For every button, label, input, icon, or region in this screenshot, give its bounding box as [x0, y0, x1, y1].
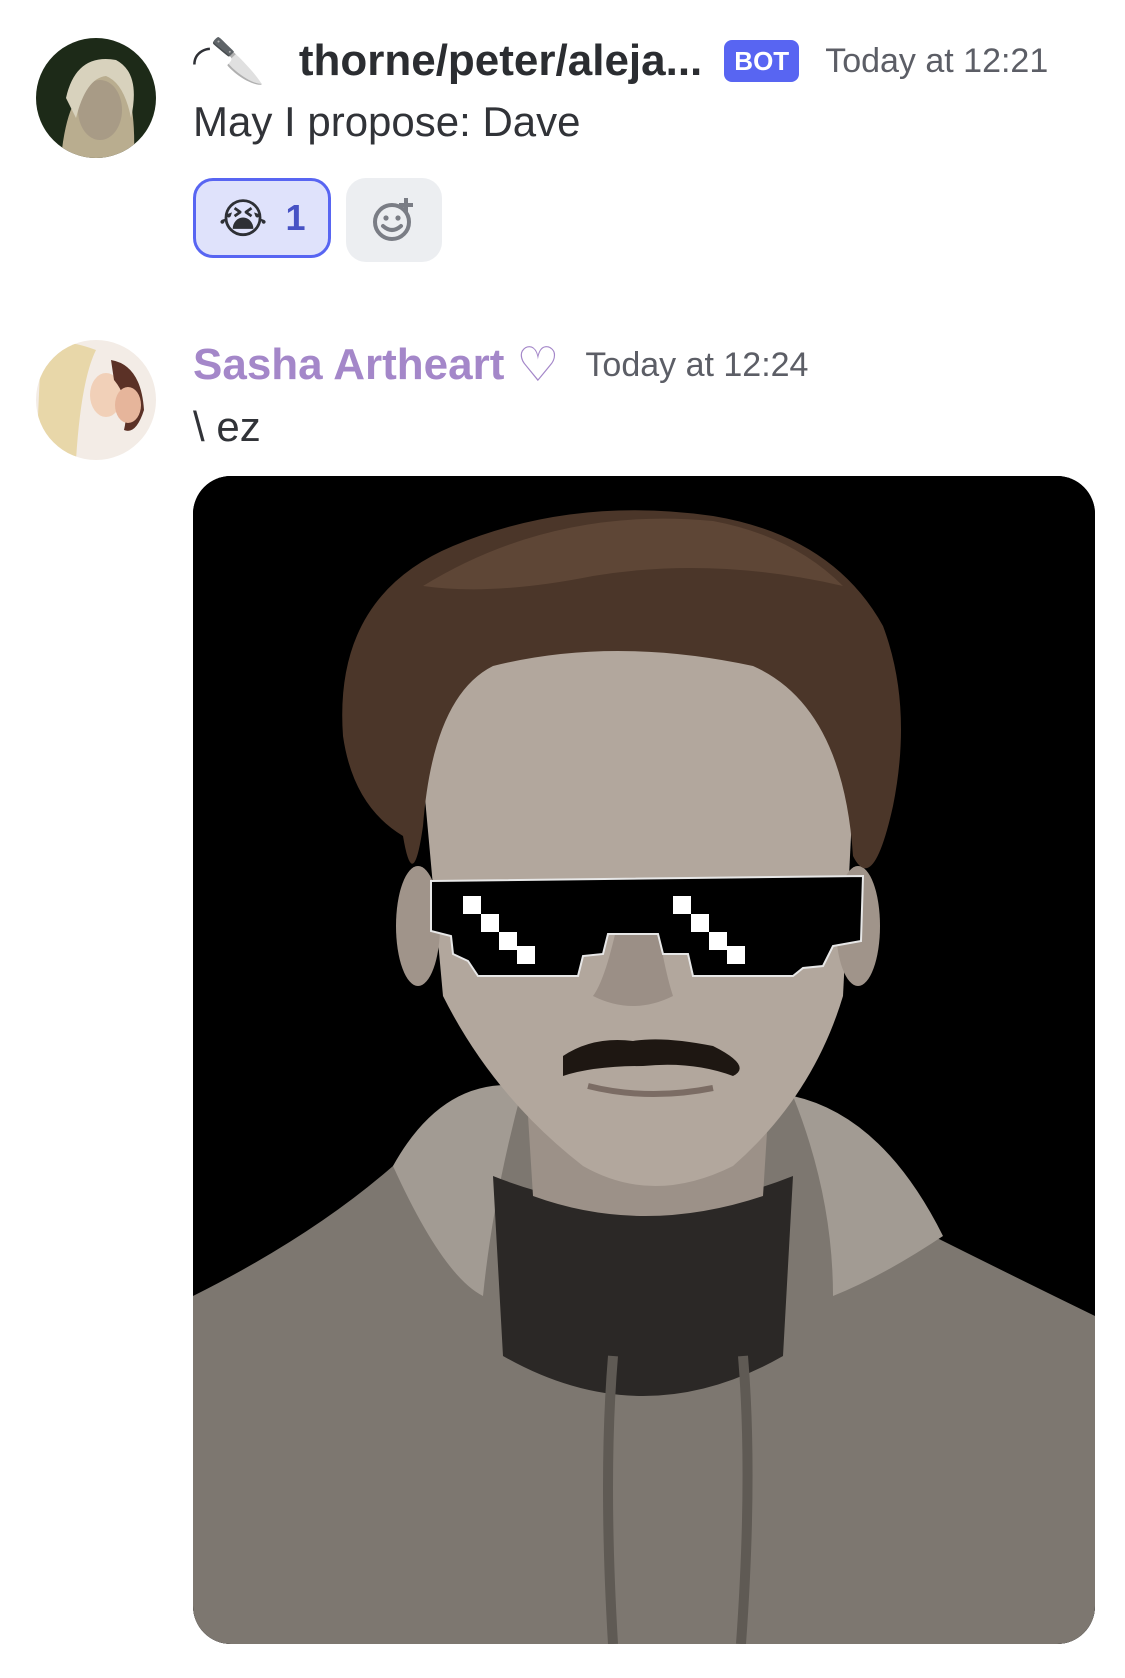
- reaction-count: 1: [285, 197, 306, 238]
- bot-badge: BOT: [724, 40, 800, 82]
- sob-emoji-icon: 😭: [218, 194, 268, 242]
- avatar-sasha[interactable]: [36, 340, 156, 460]
- avatar-thorne[interactable]: [36, 38, 156, 158]
- message-text: May I propose: Dave: [193, 98, 581, 145]
- author-prefix: ◜🔪: [193, 37, 265, 86]
- message-header: Sasha Artheart ♡ Today at 12:24: [193, 330, 808, 400]
- timestamp[interactable]: Today at 12:24: [585, 346, 808, 385]
- heart-icon: ♡: [516, 339, 560, 392]
- timestamp[interactable]: Today at 12:21: [825, 42, 1048, 81]
- portrait-image: [193, 476, 1095, 1644]
- add-reaction-icon: [373, 198, 413, 241]
- message-header: ◜🔪 thorne/peter/aleja... BOT Today at 12…: [193, 26, 1048, 96]
- username-sasha[interactable]: Sasha Artheart: [193, 340, 504, 390]
- message-text: \ ez: [193, 403, 261, 450]
- reaction-sob[interactable]: 😭 1: [193, 178, 331, 258]
- username-thorne[interactable]: thorne/peter/aleja...: [299, 36, 702, 86]
- add-reaction-button[interactable]: [346, 178, 442, 262]
- image-attachment[interactable]: [193, 476, 1095, 1644]
